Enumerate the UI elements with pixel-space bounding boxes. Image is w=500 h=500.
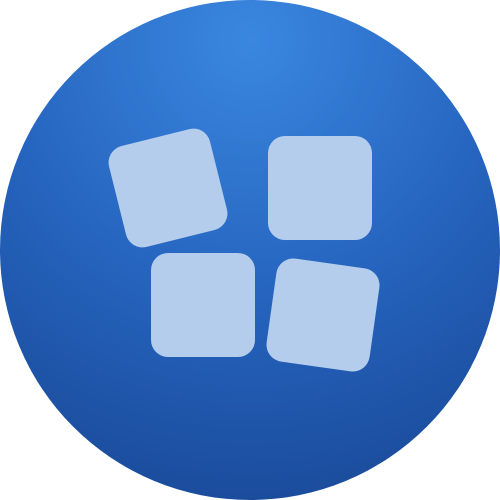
app-grid-graphic [0, 0, 500, 500]
icon-background-circle [0, 0, 500, 500]
app-grid-icon[interactable] [0, 0, 500, 500]
tile-bottom-right [266, 258, 380, 372]
tile-top-right [268, 136, 372, 240]
tile-bottom-left [151, 253, 255, 357]
